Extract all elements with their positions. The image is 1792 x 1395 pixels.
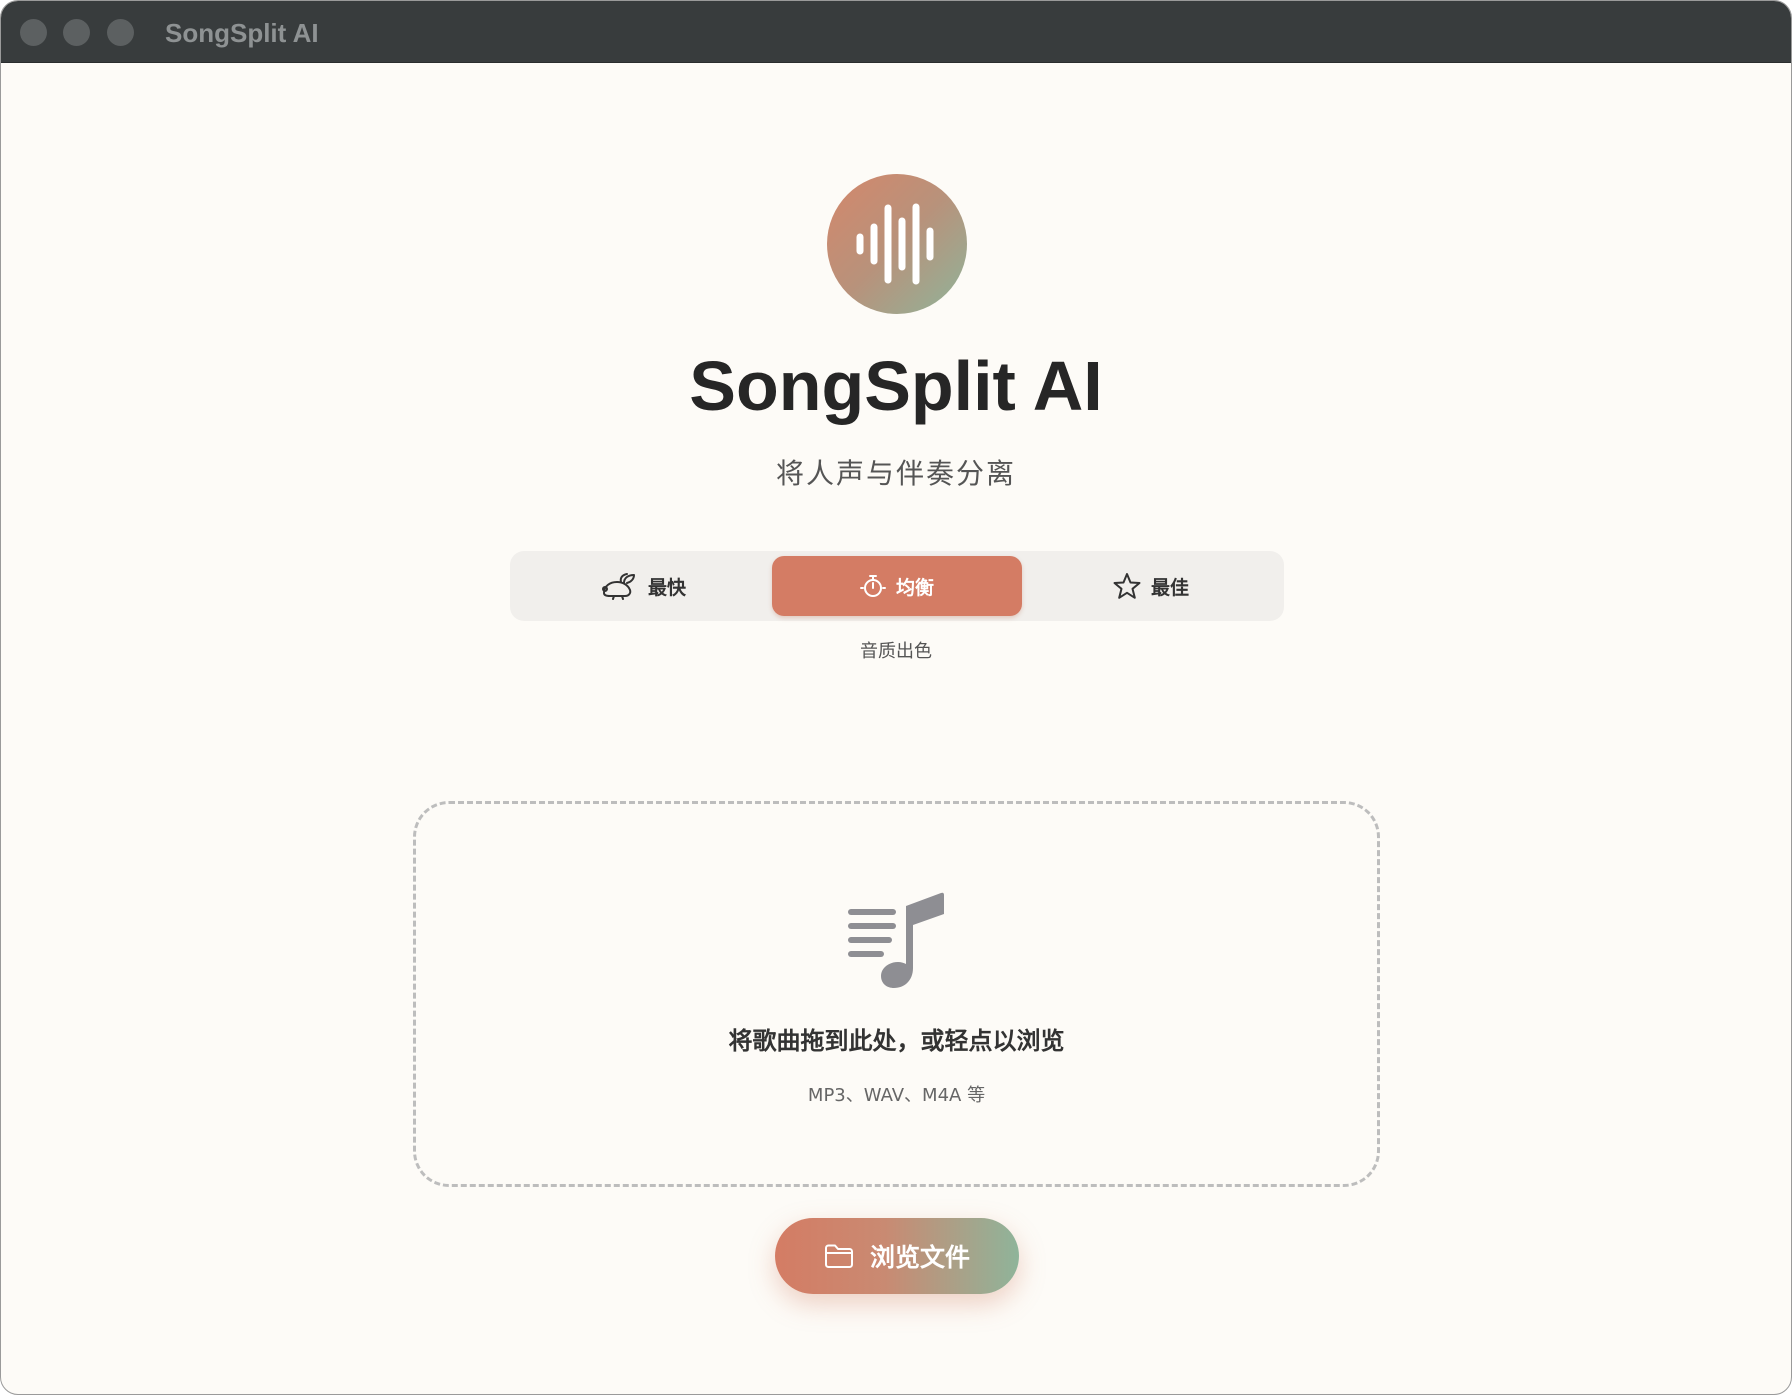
timer-icon	[859, 575, 886, 597]
music-list-icon	[848, 892, 944, 988]
supported-formats-hint: MP3、WAV、M4A 等	[807, 1085, 986, 1106]
star-icon	[1113, 573, 1141, 599]
zoom-window-button[interactable]	[107, 19, 134, 46]
drop-zone-title: 将歌曲拖到此处，或轻点以浏览	[728, 1027, 1065, 1055]
browse-files-button[interactable]: 浏览文件	[775, 1218, 1019, 1294]
main-content: SongSplit AI 将人声与伴奏分离 最快 均衡 最佳 音质出色 将歌曲拖…	[1, 63, 1791, 1394]
mode-description: 音质出色	[860, 641, 932, 662]
folder-icon	[824, 1244, 853, 1268]
app-window: SongSplit AI SongSplit AI 将人声与伴奏分离 最快 均衡…	[0, 0, 1792, 1395]
mode-fastest-button[interactable]: 最快	[518, 556, 768, 616]
window-title: SongSplit AI	[165, 18, 319, 48]
mode-fastest-label: 最快	[647, 576, 686, 599]
file-drop-zone[interactable]: 将歌曲拖到此处，或轻点以浏览 MP3、WAV、M4A 等	[413, 801, 1380, 1187]
mode-best-label: 最佳	[1150, 576, 1189, 599]
mode-balanced-button[interactable]: 均衡	[772, 556, 1022, 616]
minimize-window-button[interactable]	[63, 19, 90, 46]
quality-mode-selector: 最快 均衡 最佳	[510, 551, 1284, 621]
app-subtitle: 将人声与伴奏分离	[775, 457, 1016, 490]
waveform-icon	[856, 203, 934, 285]
mode-balanced-label: 均衡	[895, 576, 934, 599]
app-logo	[827, 174, 967, 314]
browse-files-label: 浏览文件	[869, 1243, 970, 1272]
rabbit-icon	[601, 573, 635, 600]
title-bar: SongSplit AI	[1, 1, 1791, 63]
mode-best-button[interactable]: 最佳	[1026, 556, 1276, 616]
close-window-button[interactable]	[20, 19, 47, 46]
app-title: SongSplit AI	[689, 347, 1103, 425]
